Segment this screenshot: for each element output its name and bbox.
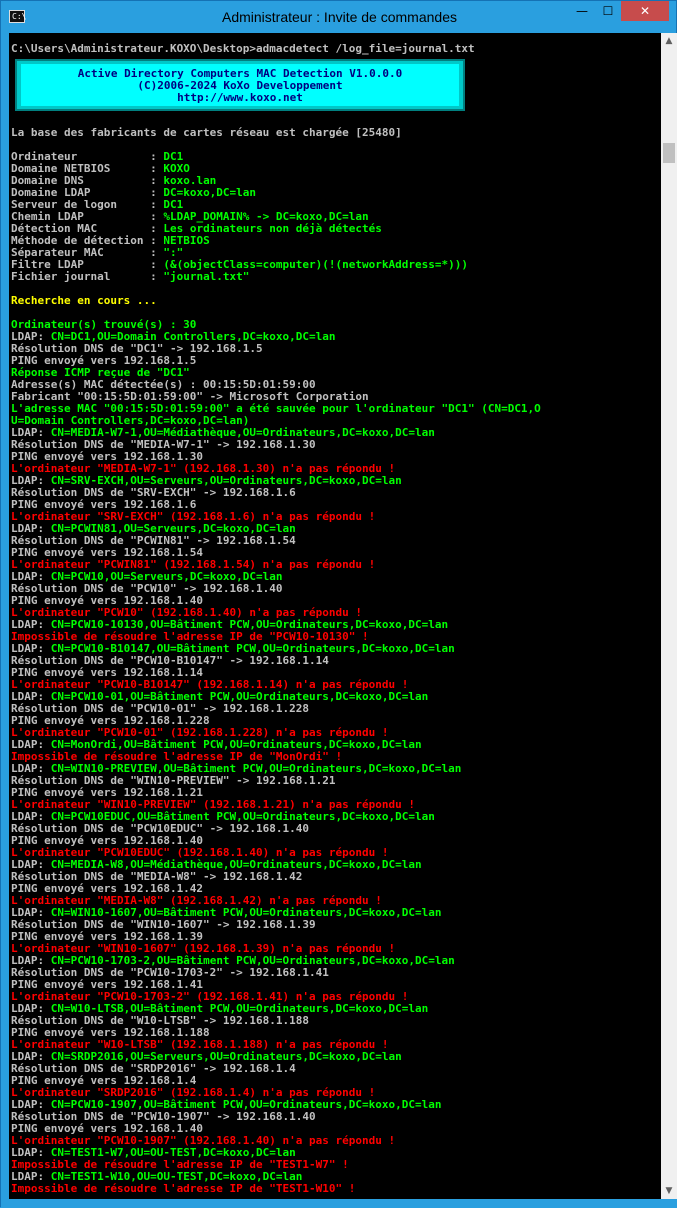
console-line: Fichier journal : "journal.txt" — [11, 271, 249, 283]
vertical-scrollbar[interactable]: ▲ ▼ — [661, 33, 677, 1199]
scroll-up-arrow-icon[interactable]: ▲ — [661, 33, 677, 49]
program-banner: Active Directory Computers MAC Detection… — [15, 59, 465, 111]
scroll-down-arrow-icon[interactable]: ▼ — [661, 1183, 677, 1199]
console-line: Recherche en cours ... — [11, 294, 157, 307]
console-line: Impossible de résoudre l'adresse IP de "… — [11, 1182, 356, 1195]
minimize-button[interactable]: — — [569, 1, 595, 21]
command-prompt-window: C:\ Administrateur : Invite de commandes… — [0, 0, 677, 1208]
setting-value: "journal.txt" — [163, 270, 250, 283]
banner-inner: Active Directory Computers MAC Detection… — [21, 64, 459, 106]
console-line: C:\Users\Administrateur.KOXO\Desktop>adm… — [11, 42, 475, 55]
setting-label: Fichier journal : — [11, 270, 164, 283]
close-button[interactable]: ✕ — [621, 1, 669, 21]
console-output-area[interactable]: Active Directory Computers MAC Detection… — [9, 33, 661, 1199]
console-line: La base des fabricants de cartes réseau … — [11, 126, 402, 139]
title-bar[interactable]: C:\ Administrateur : Invite de commandes… — [1, 1, 676, 33]
banner-url: http://www.koxo.net — [177, 91, 303, 104]
maximize-button[interactable]: ☐ — [595, 1, 621, 21]
scroll-thumb[interactable] — [663, 143, 675, 163]
